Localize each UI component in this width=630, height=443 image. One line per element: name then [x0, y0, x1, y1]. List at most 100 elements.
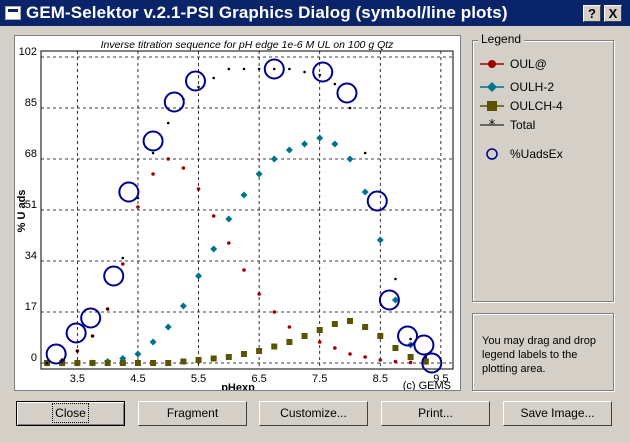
y-tick-label: 34	[25, 250, 37, 262]
total-point	[272, 67, 276, 71]
oul-point	[257, 292, 261, 296]
close-button-label: Close	[52, 403, 89, 423]
legend-item-uadsex[interactable]: %UadsEx	[478, 146, 578, 162]
oul-point	[120, 262, 125, 266]
x-tick-label: 3.5	[70, 373, 85, 385]
total-point	[166, 121, 170, 125]
oulch4-point	[240, 351, 247, 357]
total-point	[151, 151, 155, 155]
y-tick-label: 102	[19, 46, 37, 58]
total-point	[121, 256, 125, 260]
oulh2-point	[331, 140, 339, 148]
legend-title: Legend	[478, 32, 525, 46]
total-point	[363, 151, 367, 155]
oulch4-point	[301, 333, 308, 339]
oulch4-point	[392, 345, 399, 351]
oul-point	[408, 360, 413, 365]
total-point	[227, 67, 231, 71]
oul-point	[378, 358, 383, 362]
oulh2-point	[301, 140, 309, 148]
oulh2-point	[179, 302, 187, 310]
oulch4-point	[74, 360, 81, 366]
oulh2-point	[285, 146, 293, 154]
svg-text:*: *	[489, 118, 496, 133]
oulch4-point	[225, 354, 232, 360]
close-window-button[interactable]: X	[604, 5, 622, 22]
oul-point	[166, 157, 171, 161]
total-point	[45, 361, 49, 365]
total-point	[242, 67, 246, 71]
oul-point	[363, 355, 367, 359]
uadsex-point	[103, 265, 125, 287]
y-tick-label: 17	[25, 301, 37, 313]
oul-point	[348, 352, 352, 356]
plot-area[interactable]: 3.5 4.5 5.5 6.5 7.5 8.5 9.5 0 17 34 51 68 85 102 Inver…	[14, 35, 461, 391]
x-tick-label: 4.5	[130, 373, 145, 385]
x-tick-label: 5.5	[191, 373, 206, 385]
total-point	[318, 73, 322, 77]
uadsex-point	[45, 343, 67, 365]
oulch4-point	[195, 357, 202, 363]
help-button[interactable]: ?	[583, 5, 601, 22]
oulch4-point	[347, 318, 353, 324]
total-point	[348, 106, 352, 110]
oulch4-point	[104, 360, 111, 366]
oul-point	[196, 187, 201, 191]
chart-title: Inverse titration sequence for pH edge 1…	[101, 39, 395, 51]
total-point	[257, 67, 261, 71]
total-point	[91, 334, 94, 338]
title-bar[interactable]: GEM-Selektor v.2.1-PSI Graphics Dialog (…	[0, 0, 630, 26]
legend-item-oul[interactable]: OUL@	[478, 56, 578, 72]
y-tick-label: 85	[25, 97, 37, 109]
fragment-button[interactable]: Fragment	[138, 401, 247, 426]
legend-label: %UadsEx	[510, 147, 563, 161]
oulch4-point	[165, 360, 172, 366]
y-tick-label: 0	[31, 352, 37, 364]
total-point	[288, 67, 291, 71]
oul-point	[242, 268, 246, 272]
oulh2-point	[210, 245, 218, 253]
uadsex-point	[80, 307, 102, 329]
customize-button[interactable]: Customize...	[259, 401, 368, 426]
oulch4-point	[286, 339, 293, 345]
legend-label: OUL@	[510, 57, 547, 71]
total-point	[303, 70, 306, 74]
uadsex-point	[65, 322, 87, 344]
print-button[interactable]: Print...	[381, 401, 490, 426]
total-point	[76, 349, 79, 353]
legend-item-total[interactable]: * Total	[478, 117, 578, 133]
oul-point	[287, 325, 292, 329]
total-point	[197, 85, 200, 89]
x-tick-label: 8.5	[373, 373, 388, 385]
oulch4-point	[362, 324, 369, 330]
legend-label: OULH-2	[510, 80, 555, 94]
oul-point	[317, 340, 322, 344]
hint-text: You may drag and drop legend labels to t…	[482, 335, 596, 375]
oulh2-point	[255, 170, 263, 178]
oulch4-point	[271, 343, 278, 350]
total-point	[394, 277, 397, 281]
save-image-button[interactable]: Save Image...	[503, 401, 612, 426]
uadsex-point	[142, 130, 164, 152]
uadsex-point	[366, 190, 388, 212]
legend-item-oulch4[interactable]: OULCH-4	[478, 98, 578, 114]
close-button[interactable]: Close	[16, 401, 125, 426]
oulch4-point	[331, 321, 338, 327]
x-tick-label: 7.5	[312, 373, 327, 385]
oul-point	[151, 172, 155, 176]
chart: 3.5 4.5 5.5 6.5 7.5 8.5 9.501734516885102Inver…	[16, 39, 454, 390]
oulh2-point	[361, 188, 369, 196]
legend-label: OULCH-4	[510, 99, 563, 113]
oulh2-point	[134, 350, 142, 358]
legend-item-oulh2[interactable]: OULH-2	[478, 79, 578, 95]
oul-point	[333, 346, 337, 350]
window-title: GEM-Selektor v.2.1-PSI Graphics Dialog (…	[26, 3, 508, 22]
oulch4-point	[89, 360, 96, 366]
oulh2-point	[240, 191, 248, 199]
uadsex-point	[163, 91, 185, 113]
legend-label: Total	[510, 118, 536, 132]
total-point	[106, 307, 109, 311]
uadsex-point	[312, 61, 334, 83]
oulch4-point	[256, 348, 263, 354]
copyright-note: (c) GEMS	[403, 380, 451, 390]
